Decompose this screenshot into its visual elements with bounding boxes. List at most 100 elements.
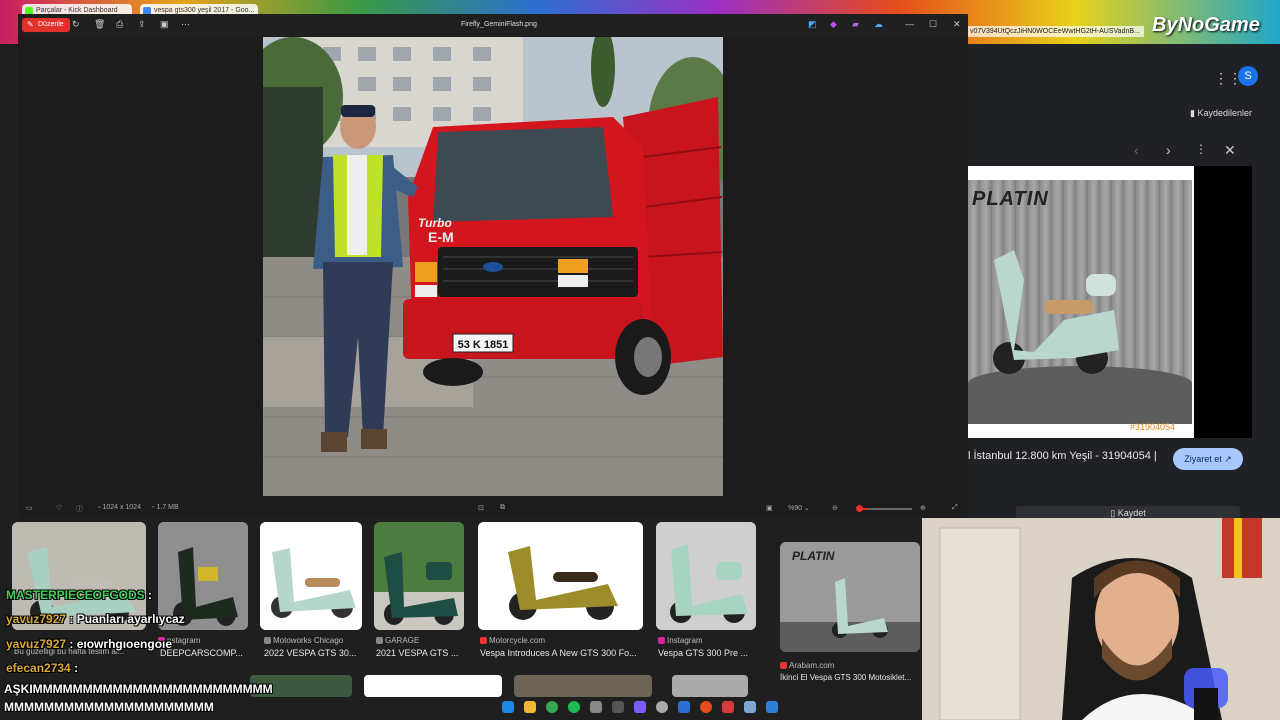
info-icon[interactable]: ⓘ (76, 504, 83, 514)
avatar[interactable]: S (1238, 66, 1258, 86)
zoom-level[interactable]: %90 ⌄ (788, 504, 810, 512)
result-caption[interactable]: l İstanbul 12.800 km Yeşil - 31904054 | (968, 450, 1157, 462)
window-title: Firefly_GeminiFlash.png (461, 21, 537, 28)
result-thumb-row2-2[interactable] (364, 675, 502, 697)
result-thumb-3[interactable] (260, 522, 362, 630)
chat-message: efecan2734 : (6, 661, 78, 675)
crop-icon[interactable]: ⧉ (500, 504, 505, 512)
site-icon (376, 637, 383, 644)
result-title-2[interactable]: 2022 VESPA GTS 30... (264, 648, 364, 658)
truck-photo[interactable]: 53 K 1851 Turbo E-M (263, 37, 723, 496)
rotate-icon[interactable]: ↻ (72, 19, 80, 30)
chrome-icon[interactable] (546, 701, 558, 713)
more-options-icon[interactable]: ⋯ (181, 19, 190, 30)
source-text: Arabam.com (789, 661, 835, 670)
result-thumb-row2-3[interactable] (514, 675, 652, 697)
saved-link[interactable]: ▮ Kaydedilenler (1190, 108, 1252, 119)
preview-side-strip (1194, 166, 1252, 438)
chat-message: yavuz7927 : eıowrhgıoengoıe (6, 637, 172, 651)
photos-icon[interactable] (766, 701, 778, 713)
windows-start-icon[interactable] (502, 701, 514, 713)
image-dimensions: ▫ 1024 x 1024 (98, 504, 141, 511)
delete-icon[interactable]: 🗑 (94, 19, 105, 30)
taskbar (496, 698, 786, 718)
photo-viewer-window: Düzenle ↻ 🗑 ⎙ ⇪ ▣ ⋯ Firefly_GeminiFlash.… (18, 14, 968, 518)
viewer-statusbar: ▭ ♡ ⓘ ▫ 1024 x 1024 ▫ 1.7 MB ⊡ ⧉ ▣ %90 ⌄… (18, 500, 968, 518)
designer-icon[interactable]: ◆ (830, 19, 837, 30)
chat-text: : eıowrhgıoengoıe (69, 637, 173, 651)
result-thumb-7[interactable]: PLATIN (780, 542, 920, 652)
print-icon[interactable]: ⎙ (116, 19, 123, 30)
scooter-thumb (260, 522, 362, 630)
result-title-5[interactable]: Vespa GTS 300 Pre ... (658, 648, 756, 658)
slideshow-icon[interactable]: ▣ (160, 19, 169, 30)
svg-text:E-M: E-M (428, 229, 454, 245)
preview-image[interactable]: PLATIN #31904054 (968, 166, 1194, 438)
tab-label: Parçalar - Kick Dashboard (36, 7, 118, 14)
chat-username: MASTERPIECEOFGODS (6, 588, 145, 602)
next-icon[interactable]: › (1166, 142, 1171, 158)
fullscreen-icon[interactable]: ⤢ (952, 504, 958, 512)
obs-icon[interactable] (656, 701, 668, 713)
result-source-3: GARAGE (376, 636, 419, 645)
file-size: ▫ 1.7 MB (152, 504, 179, 511)
source-text: Motorcycle.com (489, 636, 546, 645)
prev-icon[interactable]: ‹ (1134, 142, 1139, 158)
spotify-icon[interactable] (568, 701, 580, 713)
zoom-slider[interactable] (860, 508, 912, 510)
app-icon[interactable] (612, 701, 624, 713)
webcam-svg (922, 518, 1280, 720)
maximize-icon[interactable]: ☐ (929, 19, 937, 30)
result-thumb-5[interactable] (478, 522, 643, 630)
settings-icon[interactable] (590, 701, 602, 713)
zoom-slider-handle[interactable] (856, 505, 863, 512)
more-icon[interactable]: ⋮ (1195, 142, 1207, 156)
chat-text: AŞKIMMMMMMMMMMMMMMMMMMMMMMMM (4, 682, 273, 696)
source-text: Motoworks Chicago (273, 636, 344, 645)
image-id-tag: #31904054 (1130, 422, 1176, 432)
chat-text: : Puanları ayarlıycaz (69, 612, 185, 626)
app-icon-3[interactable] (744, 701, 756, 713)
bookmark-icon: ▯ (1110, 508, 1118, 518)
filmstrip-icon[interactable]: ▭ (26, 504, 33, 512)
edit-with-icon[interactable]: ◩ (808, 19, 817, 30)
result-title-3[interactable]: 2021 VESPA GTS ... (376, 648, 464, 658)
clipchamp-icon[interactable]: ▰ (852, 19, 859, 30)
file-explorer-icon[interactable] (524, 701, 536, 713)
close-window-icon[interactable]: ✕ (953, 19, 961, 30)
truck-badge: Turbo (418, 216, 452, 230)
result-thumb-row2-4[interactable] (672, 675, 748, 697)
onedrive-icon[interactable]: ☁ (874, 19, 883, 30)
browser-icon[interactable] (700, 701, 712, 713)
instagram-icon (658, 637, 665, 644)
chat-text: MMMMMMMMMMMMMMMMMMMMM (4, 700, 214, 714)
chat-message: MASTERPIECEOFGODS : (6, 588, 152, 602)
result-thumb-4[interactable] (374, 522, 464, 630)
result-title-4[interactable]: Vespa Introduces A New GTS 300 Fo... (480, 648, 644, 658)
chat-text: : (74, 661, 79, 675)
discord-icon[interactable] (634, 701, 646, 713)
visit-button[interactable]: Ziyaret et ↗ (1173, 448, 1243, 470)
result-thumb-6[interactable] (656, 522, 756, 630)
steam-icon[interactable] (678, 701, 690, 713)
chat-username: yavuz7927 (6, 637, 67, 651)
share-icon[interactable]: ⇪ (138, 19, 146, 30)
source-text: GARAGE (385, 636, 420, 645)
close-icon[interactable]: ✕ (1224, 142, 1236, 159)
zoom-out-icon[interactable]: ⊖ (832, 504, 838, 512)
result-title-1[interactable]: DEEPCARSCOMP... (160, 648, 248, 658)
edit-button[interactable]: Düzenle (22, 18, 70, 32)
app-icon-2[interactable] (722, 701, 734, 713)
url-fragment[interactable]: v07V394UtQczJiHN0WOCEeWwtHG2tH-AUSVadnB.… (966, 26, 1144, 37)
minimize-icon[interactable]: — (905, 19, 914, 29)
dimensions-text: 1024 x 1024 (102, 504, 141, 511)
fit-icon[interactable]: ⊡ (478, 504, 484, 512)
viewer-titlebar: Düzenle ↻ 🗑 ⎙ ⇪ ▣ ⋯ Firefly_GeminiFlash.… (18, 14, 968, 36)
result-title-6[interactable]: İkinci El Vespa GTS 300 Motosiklet... (780, 673, 920, 682)
visit-label: Ziyaret et (1184, 454, 1222, 464)
result-source-2: Motoworks Chicago (264, 636, 343, 645)
favorite-icon[interactable]: ♡ (56, 504, 62, 512)
scooter-thumb: PLATIN (780, 542, 920, 652)
view-icon[interactable]: ▣ (766, 504, 773, 512)
zoom-in-icon[interactable]: ⊕ (920, 504, 926, 512)
